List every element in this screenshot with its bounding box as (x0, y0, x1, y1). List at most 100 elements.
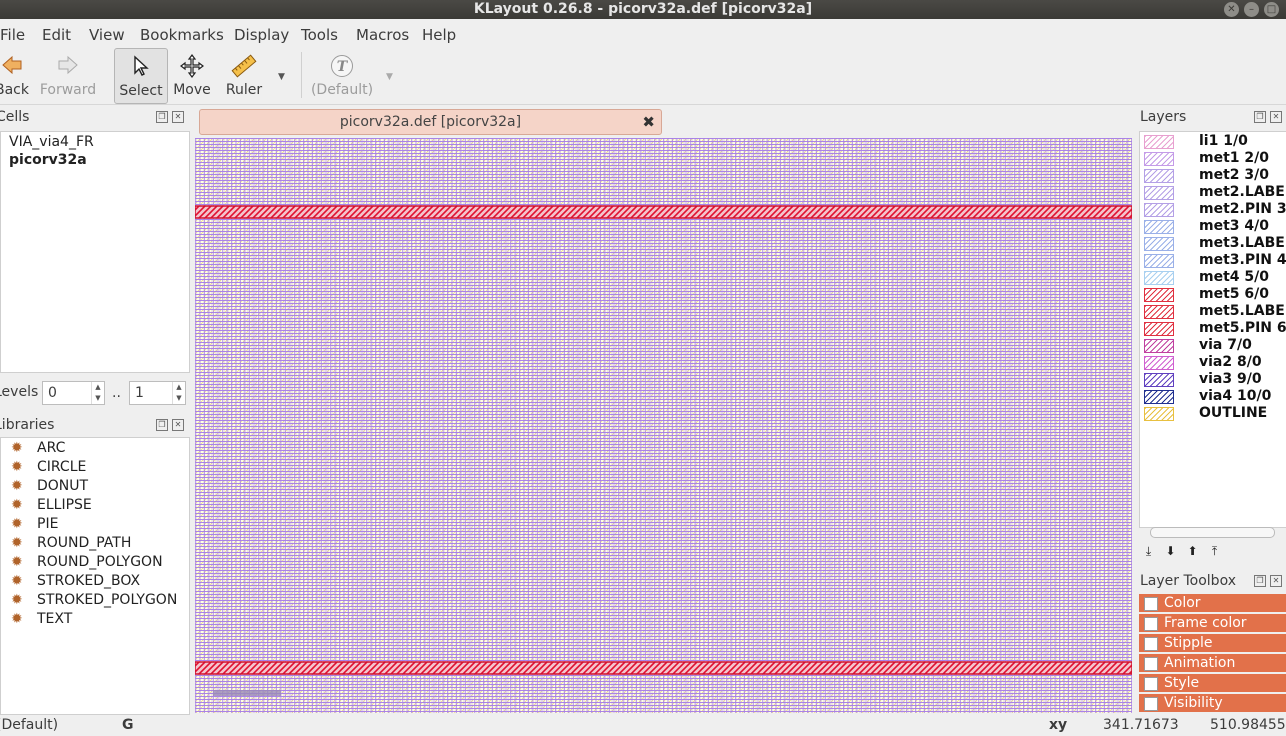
status-grid: G (122, 717, 134, 733)
libraries-list[interactable]: ✹ ARC ✹ CIRCLE ✹ DONUT ✹ ELLIPSE ✹ PIE ✹ ROUND… (0, 437, 190, 715)
layer-row[interactable]: li1 1/0 (1140, 133, 1286, 150)
layers-horizontal-scrollbar[interactable] (1150, 527, 1275, 538)
text-default-button[interactable]: T (Default) (308, 48, 376, 102)
library-item-label: STROKED_BOX (37, 573, 141, 589)
layout-tab-label: picorv32a.def [picorv32a] (339, 114, 522, 130)
toolbox-label: Style (1164, 675, 1200, 691)
library-item[interactable]: ✹ ELLIPSE (11, 497, 92, 516)
checkbox[interactable] (1144, 677, 1158, 691)
layer-swatch (1144, 203, 1174, 217)
checkbox[interactable] (1144, 697, 1158, 711)
layer-row[interactable]: met2.PIN 3/2 (1140, 201, 1286, 218)
layer-name: met2.PIN 3/2 (1199, 201, 1286, 217)
close-icon[interactable]: ✕ (1270, 575, 1282, 587)
back-button[interactable]: Back (0, 48, 30, 102)
spin-arrows-icon[interactable]: ▲ ▼ (91, 382, 104, 404)
toolbox-animation[interactable]: Animation (1139, 654, 1286, 672)
menu-bookmarks[interactable]: Bookmarks (140, 26, 224, 44)
layers-panel-title: Layers (1140, 109, 1187, 125)
toolbox-frame-color[interactable]: Frame color (1139, 614, 1286, 632)
float-icon[interactable]: ❐ (156, 111, 168, 123)
menu-view[interactable]: View (89, 26, 125, 44)
library-item[interactable]: ✹ ROUND_PATH (11, 535, 131, 554)
layer-name: met2 3/0 (1199, 167, 1269, 183)
close-tab-icon[interactable]: ✖ (642, 110, 655, 134)
library-item-label: ROUND_POLYGON (37, 554, 163, 570)
select-button[interactable]: Select (114, 48, 168, 104)
layer-row[interactable]: met5 6/0 (1140, 286, 1286, 303)
toolbox-color[interactable]: Color (1139, 594, 1286, 612)
library-item[interactable]: ✹ STROKED_BOX (11, 573, 140, 592)
checkbox[interactable] (1144, 597, 1158, 611)
layer-row[interactable]: via3 9/0 (1140, 371, 1286, 388)
checkbox[interactable] (1144, 637, 1158, 651)
cells-tree[interactable]: VIA_via4_FR picorv32a (0, 131, 190, 373)
close-icon[interactable]: ✕ (1270, 111, 1282, 123)
layer-row[interactable]: met1 2/0 (1140, 150, 1286, 167)
move-to-bottom-icon[interactable]: ⤓ (1140, 543, 1157, 560)
library-item[interactable]: ✹ PIE (11, 516, 58, 535)
minimize-window-icon[interactable]: – (1244, 2, 1259, 17)
layer-row[interactable]: met4 5/0 (1140, 269, 1286, 286)
toolbox-stipple[interactable]: Stipple (1139, 634, 1286, 652)
menu-display[interactable]: Display (234, 26, 289, 44)
layer-row[interactable]: met3.PIN 4/2 (1140, 252, 1286, 269)
layout-tab[interactable]: picorv32a.def [picorv32a] ✖ (199, 109, 662, 135)
menu-edit[interactable]: Edit (42, 26, 71, 44)
forward-button[interactable]: Forward (38, 48, 98, 102)
libraries-panel-buttons: ❐ ✕ (152, 419, 184, 431)
spin-arrows-icon[interactable]: ▲ ▼ (172, 382, 185, 404)
close-icon[interactable]: ✕ (172, 419, 184, 431)
menu-macros[interactable]: Macros (356, 26, 409, 44)
move-arrows-icon (180, 54, 204, 78)
layer-row[interactable]: met2 3/0 (1140, 167, 1286, 184)
library-item[interactable]: ✹ STROKED_POLYGON (11, 592, 177, 611)
float-icon[interactable]: ❐ (156, 419, 168, 431)
layers-list[interactable]: li1 1/0 met1 2/0 met2 3/0 met2.LABEL met… (1139, 131, 1286, 528)
layer-row[interactable]: via2 8/0 (1140, 354, 1286, 371)
library-item[interactable]: ✹ ARC (11, 440, 65, 459)
library-item[interactable]: ✹ CIRCLE (11, 459, 86, 478)
menu-tools[interactable]: Tools (301, 26, 338, 44)
move-down-icon[interactable]: ⬇ (1162, 543, 1179, 560)
layer-swatch (1144, 305, 1174, 319)
close-icon[interactable]: ✕ (172, 111, 184, 123)
library-item[interactable]: ✹ TEXT (11, 611, 72, 630)
move-button[interactable]: Move (170, 48, 214, 102)
layer-row[interactable]: met2.LABEL (1140, 184, 1286, 201)
toolbox-visibility[interactable]: Visibility (1139, 694, 1286, 712)
float-icon[interactable]: ❐ (1254, 111, 1266, 123)
move-up-icon[interactable]: ⬆ (1184, 543, 1201, 560)
float-icon[interactable]: ❐ (1254, 575, 1266, 587)
layer-row[interactable]: via4 10/0 (1140, 388, 1286, 405)
ruler-dropdown-icon[interactable]: ▼ (278, 72, 285, 82)
maximize-window-icon[interactable]: □ (1264, 2, 1279, 17)
status-bar: (Default) G xy 341.71673 510.98455 (0, 715, 1286, 736)
close-window-icon[interactable]: ✕ (1224, 2, 1239, 17)
status-y-coordinate: 510.98455 (1210, 717, 1286, 733)
ruler-button[interactable]: Ruler (222, 48, 266, 102)
layer-row[interactable]: OUTLINE (1140, 405, 1286, 422)
checkbox[interactable] (1144, 617, 1158, 631)
layer-row[interactable]: via 7/0 (1140, 337, 1286, 354)
levels-to-spinbox[interactable]: 1 ▲ ▼ (129, 381, 186, 405)
layout-canvas[interactable] (195, 138, 1132, 713)
layer-row[interactable]: met3.LABEL (1140, 235, 1286, 252)
layer-row[interactable]: met5.PIN 6/2 (1140, 320, 1286, 337)
layer-row[interactable]: met3 4/0 (1140, 218, 1286, 235)
toolbox-style[interactable]: Style (1139, 674, 1286, 692)
cell-item-top[interactable]: picorv32a (9, 152, 87, 168)
library-item-label: ROUND_PATH (37, 535, 132, 551)
layer-swatch (1144, 339, 1174, 353)
levels-from-spinbox[interactable]: 0 ▲ ▼ (42, 381, 105, 405)
library-item[interactable]: ✹ ROUND_POLYGON (11, 554, 163, 573)
layer-row[interactable]: met5.LABEL (1140, 303, 1286, 320)
menu-help[interactable]: Help (422, 26, 456, 44)
library-item[interactable]: ✹ DONUT (11, 478, 88, 497)
text-tool-icon: T (331, 55, 353, 77)
checkbox[interactable] (1144, 657, 1158, 671)
move-to-top-icon[interactable]: ⤒ (1206, 543, 1223, 560)
menu-file[interactable]: File (0, 26, 25, 44)
cell-item[interactable]: VIA_via4_FR (9, 134, 94, 150)
text-dropdown-icon[interactable]: ▼ (386, 72, 393, 82)
